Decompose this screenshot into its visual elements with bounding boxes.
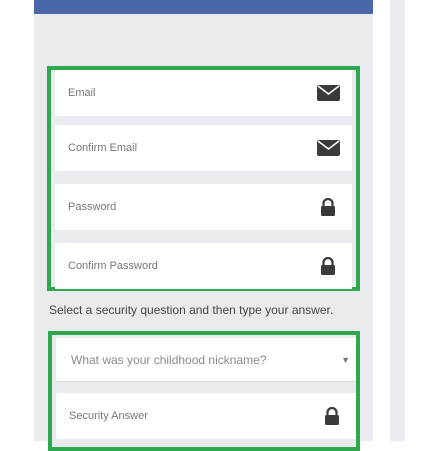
confirm-password-label: Confirm Password xyxy=(68,260,158,272)
password-label: Password xyxy=(68,201,117,213)
email-field[interactable]: Email xyxy=(55,70,352,116)
account-fields-group: Email Confirm Email Password Confirm Pas… xyxy=(47,66,360,291)
envelope-icon xyxy=(316,83,340,103)
confirm-email-field[interactable]: Confirm Email xyxy=(55,125,352,171)
header-bar xyxy=(34,0,373,14)
side-strip xyxy=(390,0,405,441)
lock-icon xyxy=(316,256,340,276)
security-instruction: Select a security question and then type… xyxy=(49,303,334,317)
password-field[interactable]: Password xyxy=(55,184,352,230)
confirm-password-field[interactable]: Confirm Password xyxy=(55,243,352,289)
security-question-select[interactable]: What was your childhood nickname? ▼ xyxy=(56,338,356,382)
security-group: What was your childhood nickname? ▼ Secu… xyxy=(48,331,360,451)
security-answer-label: Security Answer xyxy=(69,410,148,422)
lock-icon xyxy=(316,197,340,217)
security-answer-field[interactable]: Security Answer xyxy=(56,393,356,439)
security-question-value: What was your childhood nickname? xyxy=(71,352,267,367)
email-label: Email xyxy=(68,87,96,99)
lock-icon xyxy=(320,406,344,426)
confirm-email-label: Confirm Email xyxy=(68,142,138,154)
chevron-down-icon: ▼ xyxy=(341,354,350,365)
envelope-icon xyxy=(316,138,340,158)
